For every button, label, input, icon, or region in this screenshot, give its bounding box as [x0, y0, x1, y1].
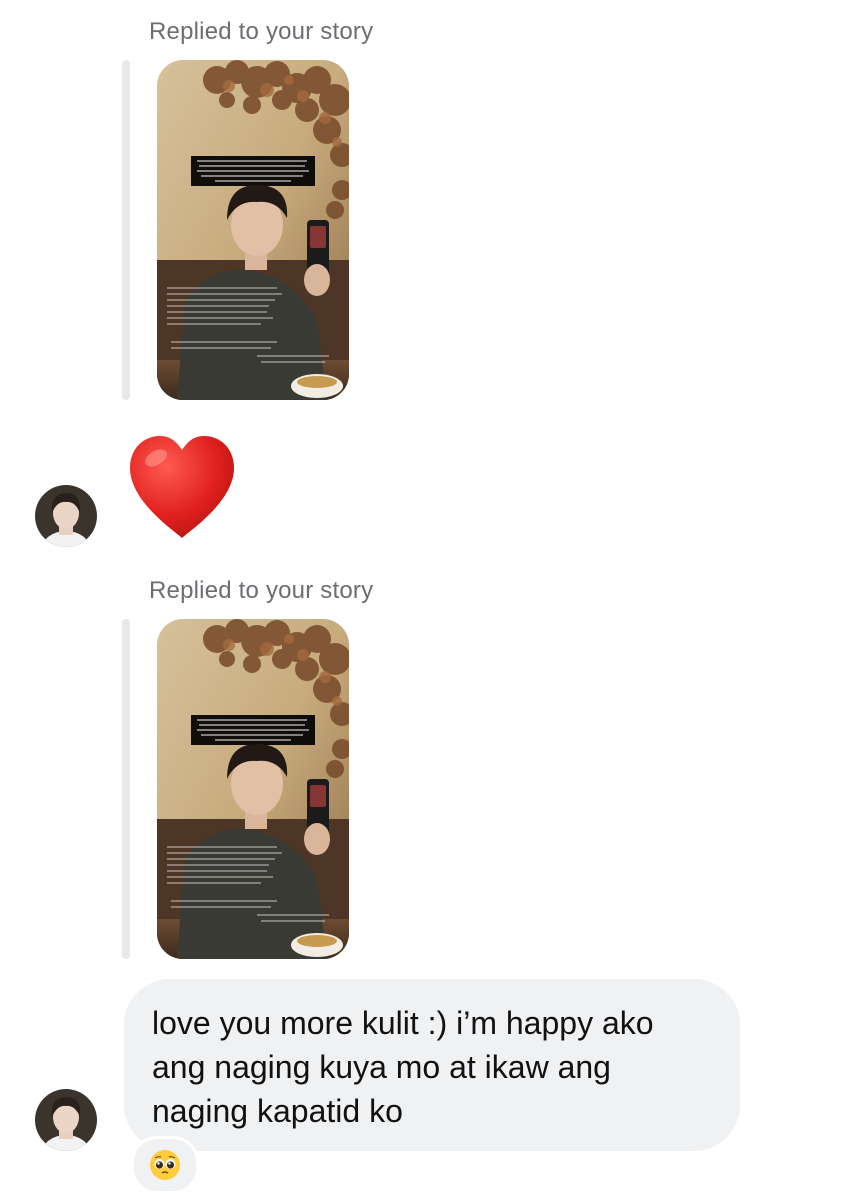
message-line: naging kapatid ko — [152, 1093, 403, 1129]
pleading-face-icon — [150, 1150, 180, 1180]
story-thumbnail[interactable] — [157, 619, 349, 959]
replied-to-story-label: Replied to your story — [149, 18, 374, 45]
message-reaction[interactable] — [131, 1136, 199, 1194]
story-thumbnail[interactable] — [157, 60, 349, 400]
replied-to-story-label: Replied to your story — [149, 577, 374, 604]
sender-avatar[interactable] — [35, 1089, 97, 1151]
red-heart-icon[interactable] — [126, 432, 238, 544]
story-image — [157, 619, 349, 959]
message-line: love you more kulit :) i’m happy ako — [152, 1005, 654, 1041]
message-bubble[interactable]: love you more kulit :) i’m happy ako ang… — [124, 979, 740, 1151]
story-image — [157, 60, 349, 400]
reply-indicator-bar — [122, 60, 130, 400]
message-line: ang naging kuya mo at ikaw ang — [152, 1049, 611, 1085]
reply-indicator-bar — [122, 619, 130, 959]
sender-avatar[interactable] — [35, 485, 97, 547]
